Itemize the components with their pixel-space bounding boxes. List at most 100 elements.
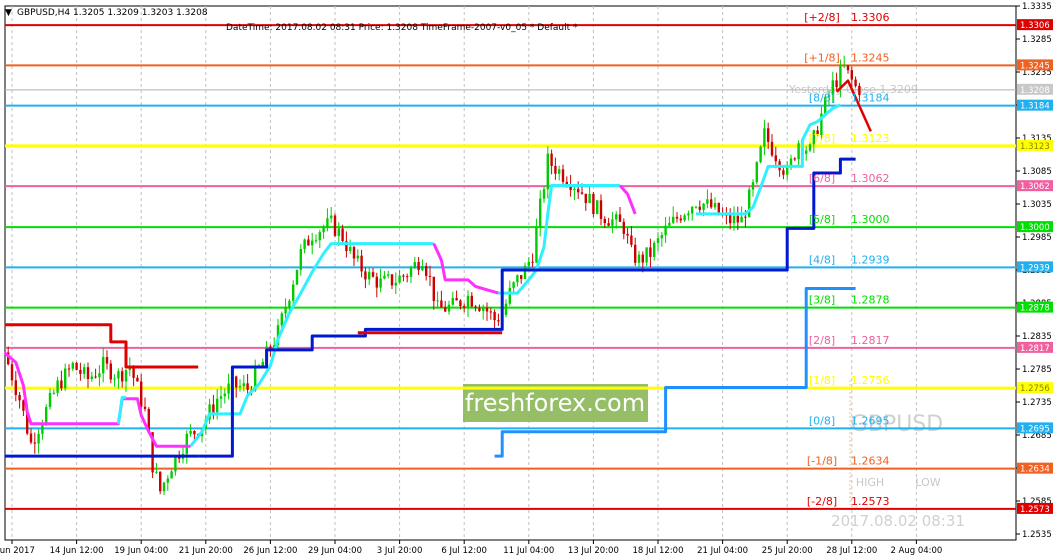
candle-body [767, 128, 770, 142]
candle-body [805, 150, 808, 154]
price-badge-label: 1.3184 [1020, 102, 1050, 112]
y-tick-label: 1.2985 [1022, 233, 1052, 243]
candle-body [808, 144, 812, 151]
candle-body [436, 300, 439, 302]
y-tick-label: 1.3035 [1022, 200, 1052, 210]
candle-body [683, 215, 686, 221]
high-label: HIGH [856, 476, 884, 489]
murrey-level-price: 1.3062 [851, 172, 890, 185]
candle-body [698, 206, 701, 210]
price-badge-label: 1.2817 [1020, 344, 1050, 354]
candle-body [311, 240, 314, 246]
candle-body [227, 383, 230, 394]
candle-body [189, 430, 192, 434]
candle-body [539, 198, 542, 227]
candle-body [839, 66, 842, 88]
candle-body [599, 200, 603, 219]
murrey-level-price: 1.3184 [851, 92, 890, 105]
y-tick-label: 1.3085 [1022, 167, 1052, 177]
candle-body [630, 235, 633, 245]
current-price-label: 1.3208 [1020, 86, 1050, 96]
murrey-level-name: [2/8] [809, 334, 835, 347]
candle-body [219, 396, 223, 399]
x-tick-label: 18 Jul 12:00 [633, 546, 684, 556]
candle-body [18, 394, 21, 401]
candle-body [668, 222, 671, 226]
x-tick-label: 11 Jul 04:00 [503, 546, 554, 556]
murrey-level-name: [0/8] [809, 414, 835, 427]
candle-body [56, 380, 59, 393]
candle-body [235, 376, 238, 388]
candle-body [497, 320, 500, 322]
candle-body [843, 65, 846, 67]
candle-body [759, 146, 762, 163]
brand-watermark: freshforex.com [465, 389, 645, 417]
candle-body [797, 143, 800, 160]
candle-body [432, 276, 435, 301]
candle-body [246, 383, 249, 390]
low-label: LOW [915, 476, 940, 489]
candle-body [299, 249, 302, 270]
candle-body [333, 215, 337, 236]
candle-body [48, 393, 52, 408]
candle-body [558, 169, 561, 174]
murrey-level-name: [+2/8] [804, 11, 840, 24]
x-tick-label: 28 Jul 12:00 [826, 546, 877, 556]
x-tick-label: 21 Jun 20:00 [179, 546, 233, 556]
candle-body [744, 216, 747, 218]
candle-body [113, 378, 116, 380]
candle-body [155, 471, 158, 473]
candle-body [664, 225, 667, 236]
candle-body [341, 228, 344, 242]
candle-body [33, 442, 36, 444]
candle-body [314, 240, 318, 242]
candle-body [86, 367, 90, 379]
candle-body [280, 313, 283, 326]
candle-body [159, 471, 162, 492]
candle-body [854, 79, 857, 86]
murrey-level-name: [6/8] [809, 172, 835, 185]
x-tick-label: 13 Jul 20:00 [568, 546, 619, 556]
candle-body [782, 170, 785, 175]
candle-body [261, 361, 264, 366]
candle-body [288, 300, 291, 308]
candle-body [740, 216, 743, 223]
candle-body [577, 188, 580, 193]
x-tick-label: 2 Aug 04:00 [890, 546, 942, 556]
candle-body [482, 307, 485, 311]
candle-body [375, 276, 378, 288]
candle-body [98, 373, 101, 378]
candle-body [493, 311, 496, 321]
y-tick-label: 1.3285 [1022, 35, 1052, 45]
candle-body [732, 215, 736, 224]
dropdown-arrow-icon[interactable]: ▼ [5, 8, 12, 18]
candle-body [303, 239, 306, 250]
step-line [494, 287, 856, 458]
y-tick-label: 1.2835 [1022, 332, 1052, 342]
candle-body [618, 214, 622, 222]
candle-body [105, 357, 109, 364]
candle-body [402, 275, 405, 277]
candle-body [109, 363, 112, 380]
candle-body [637, 254, 641, 263]
candle-body [29, 433, 33, 443]
candle-body [846, 65, 850, 71]
price-badge-label: 1.3245 [1020, 61, 1050, 71]
candle-body [185, 433, 188, 454]
murrey-level-price: 1.2634 [851, 455, 890, 468]
price-badge-label: 1.2939 [1020, 263, 1050, 273]
candle-body [238, 386, 242, 388]
candle-body [22, 400, 25, 411]
candle-body [675, 216, 679, 219]
x-tick-label: 25 Jul 20:00 [762, 546, 813, 556]
murrey-level-price: 1.2939 [851, 253, 890, 266]
candle-body [687, 213, 690, 216]
candle-body [466, 295, 470, 308]
candle-body [223, 393, 226, 397]
candle-body [124, 370, 128, 382]
candle-body [607, 223, 610, 226]
candle-body [656, 238, 660, 243]
murrey-level-price: 1.3000 [851, 213, 890, 226]
candle-body [478, 307, 481, 311]
candle-body [561, 169, 565, 182]
